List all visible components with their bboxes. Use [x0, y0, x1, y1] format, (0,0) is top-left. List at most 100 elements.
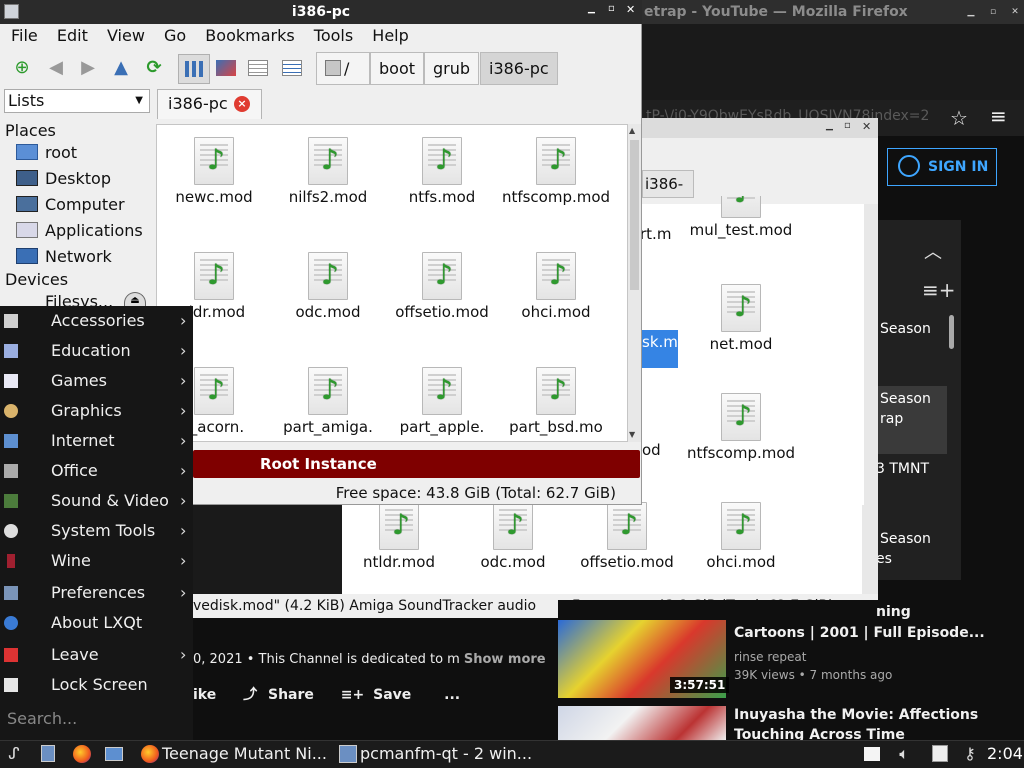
playlist-item[interactable]: Season [880, 389, 931, 409]
close-icon[interactable]: ✕ [1008, 5, 1022, 19]
bookmark-star-icon[interactable]: ☆ [950, 106, 968, 130]
file-name[interactable]: od [642, 441, 661, 459]
file-item[interactable]: ♪ part_bsd.mo [499, 367, 613, 441]
file-item[interactable]: ♪ part_amiga. [271, 367, 385, 441]
compact-view-icon[interactable] [246, 57, 270, 79]
add-to-queue-icon[interactable]: ≡+ [922, 278, 956, 302]
file-item[interactable]: ♪ ntldr.mod [342, 502, 456, 572]
menu-item-preferences[interactable]: Preferences › [0, 578, 193, 608]
sidebar-item-applications[interactable]: Applications [16, 219, 143, 243]
hamburger-menu-icon[interactable]: ≡ [990, 104, 1007, 128]
sidebar-item-root[interactable]: root [16, 141, 77, 165]
tab-close-icon[interactable]: × [234, 96, 250, 112]
menu-item-internet[interactable]: Internet › [0, 426, 193, 456]
breadcrumb-boot[interactable]: boot [370, 52, 425, 85]
file-item[interactable]: ♪ odc.mod [456, 502, 570, 572]
show-more-link[interactable]: Show more [464, 652, 546, 667]
volume-icon[interactable]: 🔈︎ [894, 744, 914, 764]
menu-item-office[interactable]: Office › [0, 456, 193, 486]
back-arrow-icon[interactable]: ◀ [44, 57, 68, 79]
share-button[interactable]: Share [268, 687, 314, 703]
save-icon[interactable]: ≡+ [341, 687, 364, 703]
menu-help[interactable]: Help [372, 26, 408, 45]
minimize-icon[interactable]: ▁ [826, 121, 833, 131]
forward-arrow-icon[interactable]: ▶ [76, 57, 100, 79]
task-firefox[interactable]: Teenage Mutant Ni... [138, 741, 330, 767]
menu-bookmarks[interactable]: Bookmarks [205, 26, 294, 45]
rec-channel[interactable]: rinse repeat [734, 650, 806, 664]
rec-title[interactable]: Inuyasha the Movie: Affections [734, 707, 978, 723]
notes-icon[interactable] [930, 744, 950, 764]
scrollbar[interactable] [862, 505, 876, 595]
breadcrumb-root[interactable]: / [316, 52, 370, 85]
minimize-icon[interactable]: ▁ [588, 4, 595, 14]
sidebar-item-network[interactable]: Network [16, 245, 112, 269]
more-actions-button[interactable]: ... [444, 687, 460, 703]
sidebar-item-filesystem[interactable]: Filesys... [45, 290, 113, 306]
menu-item-wine[interactable]: Wine › [0, 546, 193, 576]
sidebar-item-computer[interactable]: Computer [16, 193, 125, 217]
file-item[interactable]: ♪ odc.mod [271, 252, 385, 322]
show-desktop-icon[interactable] [104, 744, 124, 764]
rec-title[interactable]: Cartoons | 2001 | Full Episode... [734, 625, 985, 641]
close-icon[interactable]: ✕ [626, 3, 635, 16]
file-item[interactable]: ♪ ohci.mod [499, 252, 613, 322]
menu-tools[interactable]: Tools [314, 26, 353, 45]
rec-title-fragment[interactable]: ning [876, 604, 911, 620]
menu-item-about-lxqt[interactable]: About LXQt [0, 608, 193, 638]
clock[interactable]: 2:04 [987, 741, 1023, 767]
clipboard-icon[interactable] [862, 744, 882, 764]
menu-item-leave[interactable]: Leave › [0, 640, 193, 670]
up-arrow-icon[interactable]: ▲ [109, 57, 133, 79]
icon-view-toggle[interactable] [178, 54, 210, 84]
chevron-up-icon[interactable]: ︿ [924, 238, 942, 264]
firefox-launcher-icon[interactable] [72, 744, 92, 764]
sidebar-item-desktop[interactable]: Desktop [16, 167, 111, 191]
minimize-icon[interactable]: ▁ [964, 5, 978, 19]
eject-icon[interactable]: ⏏ [124, 292, 146, 306]
playlist-scrollbar[interactable] [949, 315, 954, 349]
file-item[interactable]: ♪ newc.mod [157, 137, 271, 207]
file-manager-launcher-icon[interactable] [38, 744, 58, 764]
menu-item-lock-screen[interactable]: Lock Screen [0, 670, 193, 700]
playlist-item[interactable]: rap [880, 409, 903, 429]
scroll-up-arrow-icon[interactable]: ▲ [629, 126, 635, 135]
video-thumbnail[interactable] [558, 706, 726, 740]
file-item[interactable]: ♪ net.mod [684, 284, 798, 354]
menu-search-input[interactable] [0, 704, 190, 732]
close-icon[interactable]: ✕ [862, 120, 871, 133]
start-menu-icon[interactable]: ᔑ [4, 744, 24, 764]
menu-item-games[interactable]: Games › [0, 366, 193, 396]
playlist-item[interactable]: es [876, 549, 892, 569]
scroll-down-arrow-icon[interactable]: ▼ [629, 430, 635, 439]
file-item[interactable]: ♪ ntfs.mod [385, 137, 499, 207]
selected-file-label[interactable]: sk.m [642, 330, 678, 368]
file-item[interactable]: ♪ part_apple. [385, 367, 499, 441]
breadcrumb-item[interactable]: i386-pc [642, 170, 694, 219]
playlist-item[interactable]: 3 TMNT [876, 459, 929, 479]
file-item[interactable]: ♪ mul_test.mod [684, 196, 798, 240]
menu-file[interactable]: File [11, 26, 38, 45]
breadcrumb-grub[interactable]: grub [424, 52, 480, 85]
task-pcmanfm[interactable]: pcmanfm-qt - 2 win... [336, 741, 532, 767]
rec-title-line2[interactable]: Touching Across Time [734, 727, 905, 740]
thumbnail-view-icon[interactable] [214, 57, 238, 79]
file-item[interactable]: ♪ nilfs2.mod [271, 137, 385, 207]
file-item[interactable]: ♪ offsetio.mod [385, 252, 499, 322]
maximize-icon[interactable]: ▫ [844, 120, 851, 131]
reload-icon[interactable]: ⟳ [142, 57, 166, 79]
menu-item-system-tools[interactable]: System Tools › [0, 516, 193, 546]
file-item[interactable]: ♪ ntfscomp.mod [684, 393, 798, 463]
file-item[interactable]: ♪ offsetio.mod [570, 502, 684, 572]
network-icon[interactable]: ⚷ [960, 744, 980, 764]
breadcrumb-i386-pc[interactable]: i386-pc [480, 52, 558, 85]
menu-item-accessories[interactable]: Accessories › [0, 306, 193, 336]
menu-go[interactable]: Go [164, 26, 186, 45]
save-button[interactable]: Save [373, 687, 411, 703]
share-icon[interactable]: ⤴ [243, 687, 257, 703]
sidebar-mode-select[interactable]: Lists ▼ [4, 89, 150, 113]
playlist-item[interactable]: Season [880, 319, 931, 339]
menu-view[interactable]: View [107, 26, 145, 45]
scrollbar-thumb[interactable] [630, 140, 639, 290]
menu-item-education[interactable]: Education › [0, 336, 193, 366]
